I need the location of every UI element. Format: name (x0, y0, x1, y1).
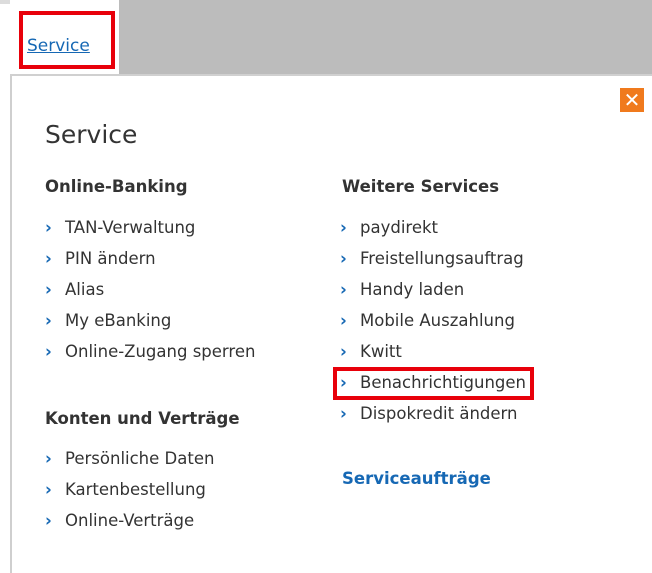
link-label: Online-Verträge (65, 511, 195, 530)
link-kartenbestellung[interactable]: › Kartenbestellung (45, 480, 206, 499)
chevron-right-icon: › (340, 218, 347, 237)
link-online-zugang-sperren[interactable]: › Online-Zugang sperren (45, 342, 255, 361)
panel-left-border (10, 76, 12, 573)
link-label: PIN ändern (65, 249, 156, 268)
chevron-right-icon: › (340, 404, 347, 423)
link-tan-verwaltung[interactable]: › TAN-Verwaltung (45, 218, 195, 237)
chevron-right-icon: › (340, 280, 347, 299)
chevron-right-icon: › (340, 342, 347, 361)
link-label: Kwitt (360, 342, 402, 361)
tab-highlight-box (19, 11, 115, 69)
chevron-right-icon: › (45, 249, 52, 268)
link-pin-aendern[interactable]: › PIN ändern (45, 249, 156, 268)
chevron-right-icon: › (45, 480, 52, 499)
close-icon: ✕ (623, 88, 641, 112)
close-button[interactable]: ✕ (620, 88, 644, 112)
link-my-ebanking[interactable]: › My eBanking (45, 311, 171, 330)
link-kwitt[interactable]: › Kwitt (340, 342, 402, 361)
chevron-right-icon: › (340, 311, 347, 330)
weitere-services-heading: Weitere Services (342, 177, 500, 196)
link-label: Online-Zugang sperren (65, 342, 256, 361)
online-banking-heading: Online-Banking (45, 177, 188, 196)
benachrichtigungen-highlight-box (333, 367, 534, 400)
link-label: Dispokredit ändern (360, 404, 518, 423)
chevron-right-icon: › (340, 249, 347, 268)
link-label: paydirekt (360, 218, 439, 237)
link-online-vertraege[interactable]: › Online-Verträge (45, 511, 194, 530)
link-freistellungsauftrag[interactable]: › Freistellungsauftrag (340, 249, 524, 268)
konten-vertraege-heading: Konten und Verträge (45, 409, 240, 428)
link-label: TAN-Verwaltung (65, 218, 196, 237)
link-dispokredit-aendern[interactable]: › Dispokredit ändern (340, 404, 518, 423)
link-handy-laden[interactable]: › Handy laden (340, 280, 464, 299)
link-paydirekt[interactable]: › paydirekt (340, 218, 438, 237)
chevron-right-icon: › (45, 449, 52, 468)
chevron-right-icon: › (45, 218, 52, 237)
link-persoenliche-daten[interactable]: › Persönliche Daten (45, 449, 214, 468)
chevron-right-icon: › (45, 342, 52, 361)
serviceauftraege-link[interactable]: Serviceaufträge (342, 469, 491, 488)
page-title: Service (45, 120, 138, 149)
link-label: Mobile Auszahlung (360, 311, 515, 330)
link-label: Alias (65, 280, 105, 299)
link-label: My eBanking (65, 311, 172, 330)
link-label: Persönliche Daten (65, 449, 215, 468)
chevron-right-icon: › (45, 511, 52, 530)
link-label: Handy laden (360, 280, 465, 299)
link-mobile-auszahlung[interactable]: › Mobile Auszahlung (340, 311, 515, 330)
link-label: Kartenbestellung (65, 480, 206, 499)
chevron-right-icon: › (45, 280, 52, 299)
link-alias[interactable]: › Alias (45, 280, 104, 299)
link-label: Freistellungsauftrag (360, 249, 524, 268)
chevron-right-icon: › (45, 311, 52, 330)
